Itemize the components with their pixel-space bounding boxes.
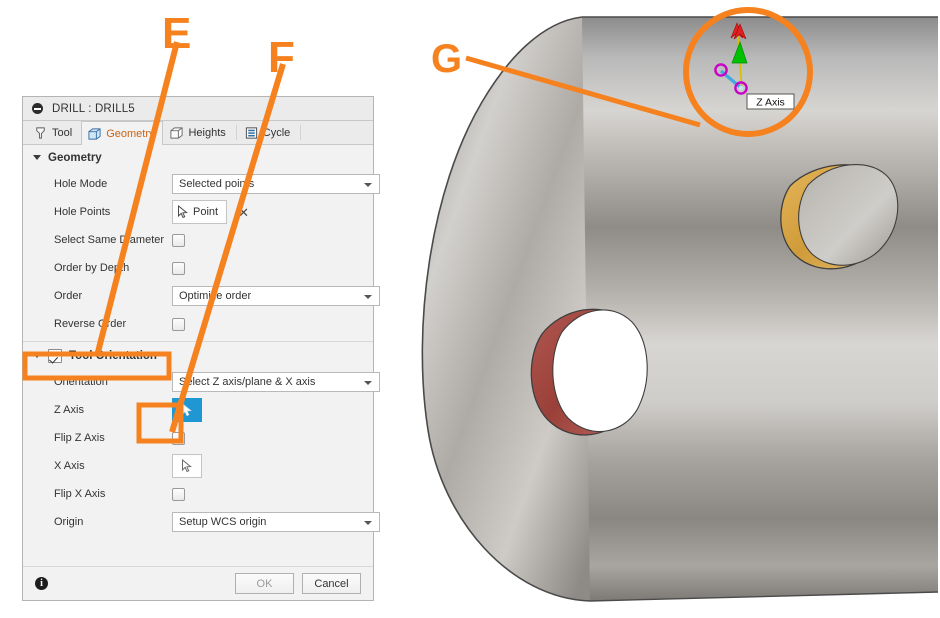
clear-hole-points-button[interactable]: ✕ — [238, 206, 249, 219]
chevron-down-icon — [364, 521, 372, 525]
x-axis-pick-button[interactable] — [172, 454, 202, 478]
label-orientation: Orientation — [54, 376, 108, 388]
ok-button[interactable]: OK — [235, 573, 294, 594]
section-header-geometry[interactable]: Geometry — [23, 145, 373, 170]
cycle-lines-icon — [245, 127, 257, 139]
section-title: Tool Orientation — [69, 349, 157, 362]
origin-value: Setup WCS origin — [179, 516, 267, 528]
heights-cube-icon — [170, 127, 184, 139]
orientation-value: Select Z axis/plane & X axis — [179, 376, 316, 388]
dialog-tabstrip[interactable]: Tool Geometry Heights Cycle — [23, 121, 373, 145]
chevron-down-icon — [364, 183, 372, 187]
tab-cycle[interactable]: Cycle — [238, 121, 300, 144]
hole-mode-value: Selected points — [179, 178, 255, 190]
section-divider — [23, 341, 373, 342]
chevron-down-icon — [33, 155, 41, 160]
tab-separator — [235, 125, 237, 140]
tab-label: Geometry — [106, 127, 155, 140]
order-value: Optimize order — [179, 290, 252, 302]
tab-heights[interactable]: Heights — [163, 121, 234, 144]
section-title: Geometry — [48, 151, 102, 164]
label-flip-x-axis: Flip X Axis — [54, 488, 106, 500]
row-flip-z-axis: Flip Z Axis — [23, 424, 373, 452]
row-hole-points: Hole Points Point ✕ — [23, 198, 373, 226]
row-select-same-diameter: Select Same Diameter — [23, 226, 373, 254]
order-by-depth-checkbox[interactable] — [172, 261, 185, 275]
label-flip-z-axis: Flip Z Axis — [54, 432, 105, 444]
orientation-select[interactable]: Select Z axis/plane & X axis — [172, 372, 380, 392]
chevron-down-icon — [364, 295, 372, 299]
dialog-title: DRILL : DRILL5 — [52, 102, 135, 115]
reverse-order-checkbox[interactable] — [172, 317, 185, 331]
origin-select[interactable]: Setup WCS origin — [172, 512, 380, 532]
annotation-letter-e: E — [162, 9, 191, 58]
dialog-footer: i OK Cancel — [23, 566, 373, 600]
hole-points-value: Point — [193, 206, 219, 218]
drill-operation-dialog[interactable]: DRILL : DRILL5 Tool Geometry Heights Cyc… — [22, 96, 380, 601]
cad-3d-viewport[interactable]: Z Axis — [390, 0, 940, 618]
tab-separator — [300, 125, 302, 140]
tab-label: Tool — [52, 127, 73, 139]
cad-model-render: Z Axis — [421, 16, 939, 602]
row-order-by-depth: Order by Depth — [23, 254, 373, 282]
row-orientation: Orientation Select Z axis/plane & X axis — [23, 368, 380, 396]
chevron-down-icon — [33, 353, 41, 358]
collapse-circle-icon[interactable] — [32, 103, 43, 114]
tab-label: Cycle — [262, 127, 291, 139]
lower-hole — [530, 308, 648, 436]
row-hole-mode: Hole Mode Selected points — [23, 170, 380, 198]
z-axis-pick-button[interactable] — [172, 398, 202, 422]
label-reverse-order: Reverse Order — [54, 318, 127, 330]
dialog-body: Geometry Hole Mode Selected points Hole … — [23, 145, 380, 536]
select-same-diameter-checkbox[interactable] — [172, 233, 185, 247]
label-z-axis: Z Axis — [54, 404, 84, 416]
row-z-axis: Z Axis — [23, 396, 373, 424]
tab-geometry[interactable]: Geometry — [81, 121, 164, 145]
dialog-titlebar: DRILL : DRILL5 — [23, 97, 373, 121]
row-order: Order Optimize order — [23, 282, 380, 310]
chevron-down-icon — [364, 381, 372, 385]
cursor-arrow-icon — [182, 403, 192, 417]
tool-orientation-enable-checkbox[interactable] — [48, 348, 62, 363]
label-hole-points: Hole Points — [54, 206, 111, 218]
svg-text:Z Axis: Z Axis — [756, 97, 785, 109]
label-select-same-diameter: Select Same Diameter — [54, 234, 165, 246]
info-icon[interactable]: i — [35, 577, 48, 590]
row-flip-x-axis: Flip X Axis — [23, 480, 373, 508]
tab-label: Heights — [188, 127, 226, 139]
label-hole-mode: Hole Mode — [54, 178, 108, 190]
label-order-by-depth: Order by Depth — [54, 262, 130, 274]
label-origin: Origin — [54, 516, 84, 528]
annotation-letter-f: F — [268, 33, 295, 82]
row-reverse-order: Reverse Order — [23, 310, 373, 338]
cancel-button[interactable]: Cancel — [302, 573, 361, 594]
flip-z-axis-checkbox[interactable] — [172, 431, 185, 445]
label-order: Order — [54, 290, 83, 302]
order-select[interactable]: Optimize order — [172, 286, 380, 306]
tool-bit-icon — [36, 127, 45, 139]
cylinder-body — [421, 16, 939, 602]
cursor-arrow-icon — [178, 205, 188, 219]
row-x-axis: X Axis — [23, 452, 373, 480]
label-x-axis: X Axis — [54, 460, 85, 472]
hole-points-pick-button[interactable]: Point — [172, 200, 228, 224]
cursor-arrow-icon — [182, 459, 192, 473]
gizmo-tooltip: Z Axis — [746, 93, 795, 110]
row-origin: Origin Setup WCS origin — [23, 508, 380, 536]
hole-mode-select[interactable]: Selected points — [172, 174, 380, 194]
section-header-tool-orientation[interactable]: Tool Orientation — [23, 343, 373, 368]
geometry-cube-icon — [88, 127, 101, 140]
flip-x-axis-checkbox[interactable] — [172, 487, 185, 501]
tab-tool[interactable]: Tool — [27, 121, 81, 144]
